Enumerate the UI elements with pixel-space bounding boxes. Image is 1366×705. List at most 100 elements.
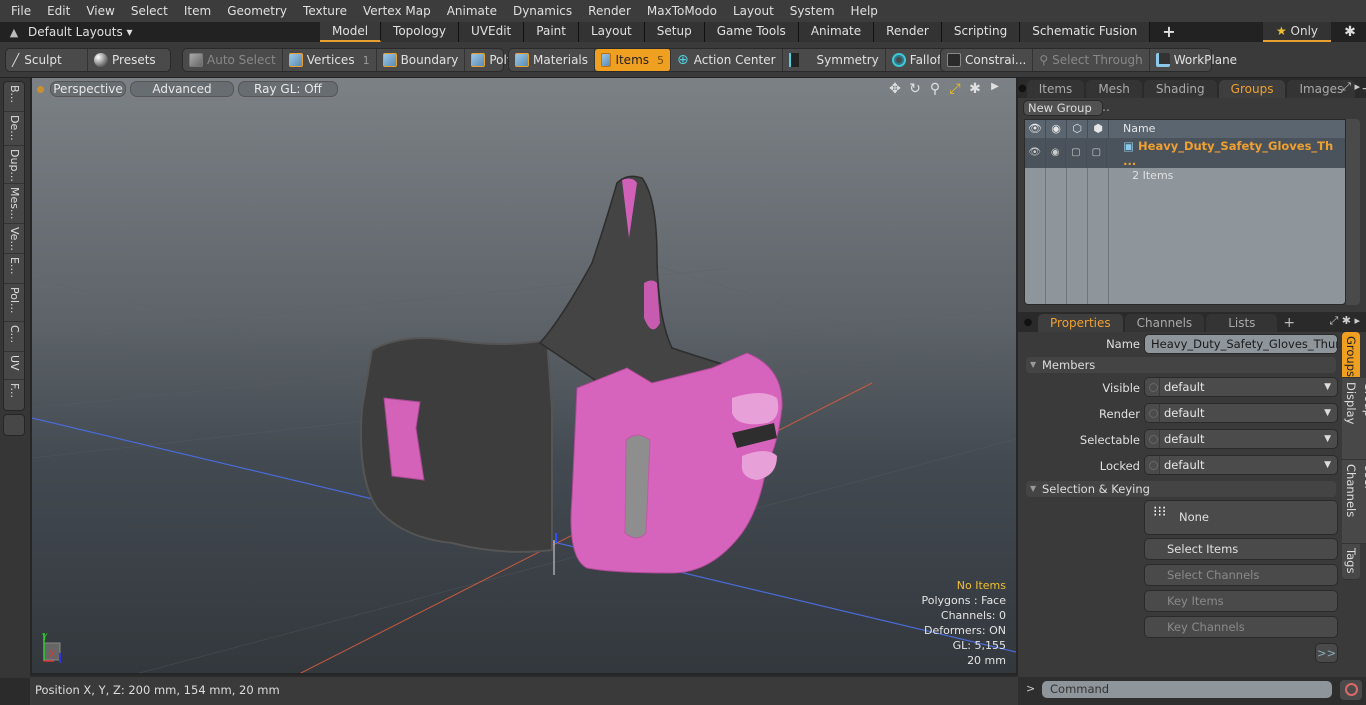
add-props-tab-button[interactable]: + <box>1279 314 1299 332</box>
selection-keying-section[interactable]: ▼ Selection & Keying <box>1026 481 1336 497</box>
shading-mode-button[interactable]: Advanced <box>130 81 234 97</box>
tab-schematic-fusion[interactable]: Schematic Fusion <box>1020 22 1151 42</box>
group-name[interactable]: ▣ Heavy_Duty_Safety_Gloves_Th ... <box>1123 139 1345 169</box>
tab-items[interactable]: Items <box>1026 80 1085 98</box>
tab-model[interactable]: Model <box>320 22 382 42</box>
menu-maxtomodo[interactable]: MaxToModo <box>639 0 725 22</box>
members-section[interactable]: ▼ Members <box>1026 357 1336 373</box>
left-tab-duplicate[interactable]: Dup... <box>4 146 24 184</box>
tab-game-tools[interactable]: Game Tools <box>704 22 799 42</box>
add-tab-button[interactable]: + <box>1150 22 1187 42</box>
left-tab-uv[interactable]: UV <box>4 352 24 380</box>
tab-animate[interactable]: Animate <box>798 22 875 42</box>
view-type-button[interactable]: Perspective <box>50 81 126 97</box>
tab-topology[interactable]: Topology <box>381 22 460 42</box>
lock-column-icon[interactable]: ⬡ <box>1067 120 1088 138</box>
menu-vertex-map[interactable]: Vertex Map <box>355 0 439 22</box>
tab-setup[interactable]: Setup <box>644 22 705 42</box>
left-tab-mesh-edit[interactable]: Mes... <box>4 184 24 224</box>
tab-render[interactable]: Render <box>874 22 942 42</box>
props-expand-icon[interactable]: ⤢ ✱ ▸ <box>1329 314 1360 328</box>
auto-select-button[interactable]: Auto Select <box>183 49 283 71</box>
group-row[interactable]: 👁 ◉ ▢ ▢ ▣ Heavy_Duty_Safety_Gloves_Th ..… <box>1025 138 1345 182</box>
name-column-header[interactable]: Name <box>1109 120 1155 138</box>
row-select-checkbox[interactable]: ▢ <box>1087 138 1108 168</box>
visibility-column-icon[interactable]: 👁 <box>1025 120 1046 138</box>
select-items-button[interactable]: Select Items <box>1144 538 1338 560</box>
tab-groups[interactable]: Groups <box>1218 80 1286 98</box>
tab-scripting[interactable]: Scripting <box>941 22 1021 42</box>
gear-icon[interactable]: ✱ <box>1338 22 1362 42</box>
zoom-view-icon[interactable]: ⚲ <box>928 81 942 97</box>
left-tab-curve[interactable]: C... <box>4 322 24 352</box>
menu-animate[interactable]: Animate <box>439 0 505 22</box>
tab-layout[interactable]: Layout <box>578 22 645 42</box>
menu-render[interactable]: Render <box>580 0 639 22</box>
move-view-icon[interactable]: ✥ <box>888 81 902 97</box>
row-render-icon[interactable]: ◉ <box>1046 138 1067 168</box>
tab-mesh[interactable]: Mesh ... <box>1086 80 1142 114</box>
locked-dropdown[interactable]: default ▼ <box>1144 455 1338 475</box>
left-tab-polygon[interactable]: Pol... <box>4 284 24 322</box>
symmetry-button[interactable]: Symmetry <box>783 49 886 71</box>
menu-file[interactable]: File <box>3 0 39 22</box>
maximize-icon[interactable]: ⤢ <box>948 81 962 97</box>
tab-channels[interactable]: Channels <box>1124 314 1205 332</box>
select-column-icon[interactable]: ⬢ <box>1088 120 1109 138</box>
workplane-button[interactable]: WorkPlane <box>1150 49 1243 71</box>
more-button[interactable]: >> <box>1315 643 1338 663</box>
row-lock-checkbox[interactable]: ▢ <box>1066 138 1087 168</box>
side-tab-group-display[interactable]: Group Display <box>1342 378 1366 460</box>
menu-item[interactable]: Item <box>176 0 219 22</box>
viewport-status-dot[interactable] <box>37 85 44 93</box>
row-visibility-icon[interactable]: 👁 <box>1025 138 1046 168</box>
left-extra-button[interactable] <box>3 414 25 436</box>
selectable-dropdown[interactable]: default ▼ <box>1144 429 1338 449</box>
rotate-view-icon[interactable]: ↻ <box>908 81 922 97</box>
select-through-button[interactable]: ⚲ Select Through <box>1033 49 1150 71</box>
menu-layout[interactable]: Layout <box>725 0 782 22</box>
materials-button[interactable]: Materials <box>509 49 596 71</box>
3d-viewport[interactable]: Y X Perspective Advanced Ray GL: Off ✥ ↻… <box>30 78 1018 675</box>
tab-paint[interactable]: Paint <box>524 22 579 42</box>
boundary-button[interactable]: Boundary <box>377 49 466 71</box>
side-tab-user-channels[interactable]: User Channels <box>1342 460 1366 544</box>
menu-edit[interactable]: Edit <box>39 0 78 22</box>
collapse-arrow-icon[interactable]: ▲ <box>0 26 28 39</box>
items-button[interactable]: Items 5 <box>595 49 672 71</box>
key-items-button[interactable]: Key Items <box>1144 590 1338 612</box>
layouts-dropdown[interactable]: ▲ Default Layouts ▾ <box>0 22 320 42</box>
visible-dropdown[interactable]: default ▼ <box>1144 377 1338 397</box>
tab-uvedit[interactable]: UVEdit <box>459 22 525 42</box>
render-dropdown[interactable]: default ▼ <box>1144 403 1338 423</box>
viewport-settings-icon[interactable]: ✱ <box>968 81 982 97</box>
new-group-button[interactable]: New Group <box>1023 100 1103 116</box>
select-channels-button[interactable]: Select Channels <box>1144 564 1338 586</box>
left-tab-deform[interactable]: De... <box>4 112 24 146</box>
left-tab-edge[interactable]: E... <box>4 254 24 284</box>
action-center-button[interactable]: ⊕ Action Center <box>671 49 783 71</box>
menu-select[interactable]: Select <box>123 0 176 22</box>
menu-dynamics[interactable]: Dynamics <box>505 0 580 22</box>
menu-view[interactable]: View <box>78 0 122 22</box>
group-name-field[interactable]: Heavy_Duty_Safety_Gloves_Thumbs_ <box>1144 334 1338 354</box>
menu-system[interactable]: System <box>782 0 843 22</box>
left-tab-vertex[interactable]: Ve... <box>4 224 24 254</box>
presets-button[interactable]: Presets <box>88 49 162 71</box>
panel-expand-icon[interactable]: ⤢ ▸ <box>1342 80 1360 94</box>
render-column-icon[interactable]: ◉ <box>1046 120 1067 138</box>
constraints-button[interactable]: Constrai... <box>941 49 1034 71</box>
tab-properties[interactable]: Properties <box>1038 314 1123 332</box>
vertices-button[interactable]: Vertices 1 <box>283 49 377 71</box>
menu-help[interactable]: Help <box>843 0 886 22</box>
none-selector-button[interactable]: ⁝⁝⁝ None <box>1144 500 1338 535</box>
key-channels-button[interactable]: Key Channels <box>1144 616 1338 638</box>
record-macro-button[interactable] <box>1340 680 1362 700</box>
groups-scrollbar[interactable] <box>1346 119 1360 305</box>
menu-geometry[interactable]: Geometry <box>219 0 295 22</box>
tab-lists[interactable]: Lists <box>1206 314 1278 332</box>
menu-texture[interactable]: Texture <box>295 0 355 22</box>
sculpt-button[interactable]: ╱ Sculpt <box>6 49 88 71</box>
side-tab-groups[interactable]: Groups <box>1342 332 1360 378</box>
tab-shading[interactable]: Shading <box>1143 80 1217 98</box>
